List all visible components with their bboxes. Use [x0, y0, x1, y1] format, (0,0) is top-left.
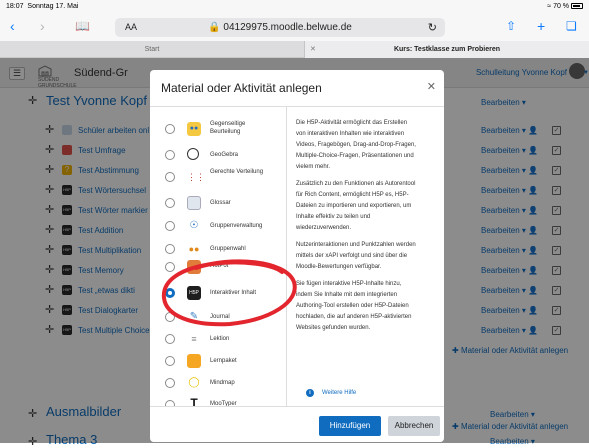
radio-button[interactable]: [165, 356, 175, 366]
battery-percent: 70 %: [553, 3, 570, 10]
tab-start[interactable]: Start: [0, 41, 305, 58]
radio-button[interactable]: [165, 124, 175, 134]
option-label: Lernpaket: [210, 358, 237, 364]
status-bar: 18:07 Sonntag 17. Mai ≈ 70 %: [0, 0, 589, 13]
hotpot-icon: [187, 260, 201, 274]
option-label: Mindmap: [210, 380, 235, 386]
journal-icon: ✎: [189, 311, 199, 322]
option-label: GeoGebra: [210, 152, 239, 158]
share-icon[interactable]: ⇧: [506, 19, 516, 33]
url-text: 04129975.moodle.belwue.de: [223, 22, 352, 33]
new-tab-icon[interactable]: +: [537, 18, 545, 34]
radio-button[interactable]: [165, 244, 175, 254]
tab-course[interactable]: ✕ Kurs: Testklasse zum Probieren: [305, 41, 589, 58]
radio-button[interactable]: [165, 198, 175, 208]
radio-button[interactable]: [165, 378, 175, 388]
dialog-title: Material oder Aktivität anlegen: [161, 81, 322, 95]
peer-assessment-icon: ●●: [187, 122, 201, 136]
cancel-button[interactable]: Abbrechen: [388, 416, 440, 436]
radio-button[interactable]: [165, 221, 175, 231]
radio-button[interactable]: [165, 150, 175, 160]
radio-button[interactable]: [165, 262, 175, 272]
option-label: Glossar: [210, 200, 231, 206]
close-icon[interactable]: ✕: [427, 80, 436, 93]
mindmap-icon: ◯: [188, 377, 200, 388]
forward-icon[interactable]: ›: [40, 18, 45, 34]
tab-bar: Start ✕ Kurs: Testklasse zum Probieren: [0, 41, 589, 58]
option-label: Gruppenwahl: [210, 246, 246, 252]
address-bar[interactable]: AA 🔒 04129975.moodle.belwue.de ↻: [115, 18, 445, 37]
browser-toolbar: ‹ › 📖 AA 🔒 04129975.moodle.belwue.de ↻ ⇧…: [0, 13, 589, 41]
option-label: Gerechte Verteilung: [210, 169, 264, 175]
battery-icon: [571, 3, 583, 9]
dialog-footer: Hinzufügen Abbrechen: [150, 406, 444, 442]
radio-button[interactable]: [165, 334, 175, 344]
status-date: Sonntag 17. Mai: [27, 3, 79, 10]
activity-chooser-dialog: Material oder Aktivität anlegen ✕ ●● Geg…: [150, 70, 444, 442]
tab-course-label: Kurs: Testklasse zum Probieren: [393, 46, 501, 53]
status-time: 18:07: [6, 3, 24, 10]
add-button[interactable]: Hinzufügen: [319, 416, 381, 436]
group-management-icon: ☉: [189, 220, 199, 231]
h5p-icon: H5P: [187, 286, 201, 300]
option-label: Lektion: [210, 336, 230, 342]
lock-icon: 🔒: [208, 22, 221, 33]
option-label: Journal: [210, 314, 230, 320]
option-description: Die H5P-Aktivität ermöglicht das Erstell…: [296, 120, 416, 331]
geogebra-icon: [187, 148, 199, 160]
info-icon: i: [306, 389, 314, 397]
option-label: Gruppenverwaltung: [210, 223, 263, 229]
radio-button[interactable]: [165, 312, 175, 322]
reload-icon[interactable]: ↻: [428, 21, 437, 34]
close-tab-icon[interactable]: ✕: [310, 41, 316, 58]
tabs-overview-icon[interactable]: ❏: [566, 19, 577, 33]
help-link[interactable]: i Weitere Hilfe: [306, 389, 356, 397]
radio-button[interactable]: [165, 172, 175, 182]
option-label: Gegenseitige Beurteilung: [210, 121, 246, 135]
glossary-icon: [187, 196, 201, 210]
radio-button-selected[interactable]: [165, 288, 175, 298]
ratingallocate-icon: ⋮⋮: [187, 172, 205, 182]
scorm-icon: [187, 354, 201, 368]
group-choice-icon: ●●: [188, 244, 200, 254]
wifi-icon: ≈: [547, 3, 552, 10]
option-label: HotPot: [210, 263, 229, 269]
option-label: Interaktiver Inhalt: [210, 290, 257, 296]
lesson-icon: ≡: [191, 334, 197, 344]
bookmarks-icon[interactable]: 📖: [75, 19, 90, 33]
back-icon[interactable]: ‹: [10, 18, 15, 34]
